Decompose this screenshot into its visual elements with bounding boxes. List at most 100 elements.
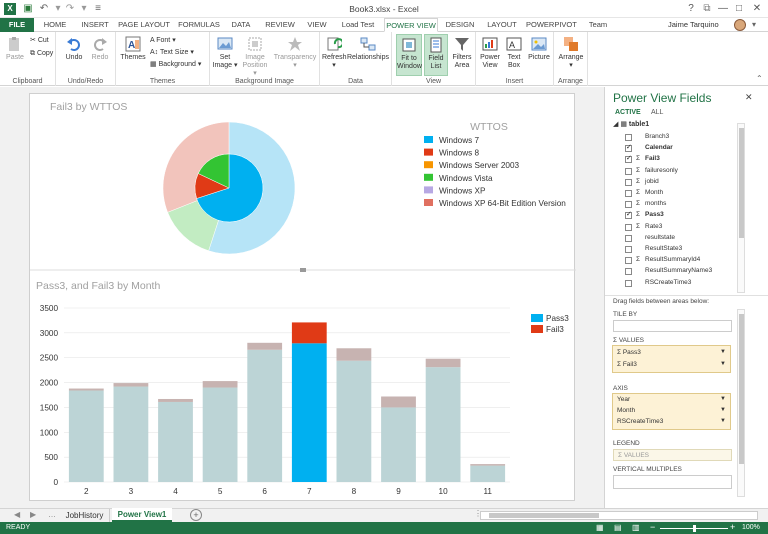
field-item[interactable]: Σ Fail3 [623, 154, 733, 165]
field-checkbox[interactable] [625, 178, 632, 186]
field-item[interactable]: RSCreateTime3 [623, 279, 733, 289]
field-checkbox[interactable] [625, 234, 632, 242]
add-sheet-button[interactable]: + [190, 509, 202, 521]
bar-fail3-6[interactable] [247, 342, 283, 350]
bar-pass3-5[interactable] [202, 387, 238, 482]
field-item[interactable]: Σ Pass3 [623, 210, 733, 221]
field-checkbox[interactable] [625, 257, 632, 265]
field-checkbox[interactable] [625, 167, 632, 175]
field-checkbox[interactable] [625, 190, 632, 197]
field-checkbox[interactable] [625, 246, 632, 253]
field-item[interactable]: Σmonths [623, 200, 733, 210]
field-list-scrollbar[interactable] [737, 123, 745, 293]
arrange-button[interactable]: Arrange ▾ [556, 36, 586, 70]
zoom-slider-thumb[interactable] [693, 525, 696, 532]
more-sheets-icon[interactable]: … [48, 510, 56, 519]
values-item-pass3[interactable]: Σ Pass3 [617, 349, 641, 356]
pie-chart[interactable] [162, 121, 296, 255]
tab-powerpivot[interactable]: POWERPIVOT [526, 18, 577, 32]
dropdown-arrow-icon[interactable]: ▼ [720, 418, 726, 424]
text-size-dropdown[interactable]: A↕ Text Size ▾ [150, 48, 194, 57]
zoom-level[interactable]: 100% [742, 524, 760, 531]
horizontal-scrollbar[interactable] [480, 511, 758, 520]
field-item[interactable]: Σ ResultSummaryId4 [623, 256, 733, 266]
bar-fail3-9[interactable] [381, 396, 416, 408]
values-well[interactable]: Σ Pass3 ▼ Σ Fail3 ▼ [612, 345, 731, 373]
tab-formulas[interactable]: FORMULAS [178, 18, 220, 32]
field-item[interactable]: ResultState3 [623, 245, 733, 255]
image-position-button[interactable]: Image Position ▾ [240, 36, 270, 78]
bar-pass3-4[interactable] [158, 401, 193, 482]
text-box-button[interactable]: A Text Box [503, 36, 525, 70]
legend-well[interactable]: Σ VALUES [613, 449, 732, 461]
field-item[interactable]: Σ Month [623, 189, 733, 199]
dropdown-arrow-icon[interactable]: ▼ [720, 349, 726, 355]
fit-to-window-button[interactable]: Fit to Window [396, 34, 422, 76]
sheet-tab-jobhistory[interactable]: JobHistory [60, 509, 110, 522]
bar-pass3-9[interactable] [381, 407, 416, 482]
field-checkbox[interactable] [625, 201, 632, 209]
user-name[interactable]: Jaime Tarquino [668, 18, 719, 32]
bar-pass3-7[interactable] [291, 343, 327, 482]
page-layout-view-icon[interactable]: ▤ [614, 523, 622, 532]
bar-fail3-3[interactable] [113, 383, 149, 387]
axis-item-month[interactable]: Month [617, 407, 635, 414]
resize-handle[interactable] [300, 268, 306, 272]
tab-layout[interactable]: LAYOUT [484, 18, 520, 32]
ribbon-display-icon[interactable]: ⧉ [700, 2, 714, 16]
dropdown-arrow-icon[interactable]: ▼ [720, 396, 726, 402]
help-button[interactable]: ? [684, 2, 698, 16]
bar-pass3-10[interactable] [425, 367, 461, 482]
close-window-button[interactable]: ✕ [750, 2, 764, 16]
bar-pass3-6[interactable] [247, 349, 283, 482]
field-checkbox[interactable] [625, 134, 632, 141]
values-item-fail3[interactable]: Σ Fail3 [617, 361, 637, 368]
copy-button[interactable]: ⧉ Copy [30, 49, 53, 58]
transparency-button[interactable]: Transparency ▾ [272, 36, 318, 70]
set-image-button[interactable]: Set Image ▾ [212, 36, 238, 70]
minimize-button[interactable]: — [716, 2, 730, 16]
tab-active-fields[interactable]: ACTIVE [615, 109, 641, 116]
field-checkbox[interactable] [625, 268, 632, 276]
bar-fail3-10[interactable] [425, 358, 461, 368]
tab-view[interactable]: VIEW [304, 18, 330, 32]
tab-page-layout[interactable]: PAGE LAYOUT [118, 18, 170, 32]
normal-view-icon[interactable]: ▦ [596, 523, 604, 532]
bar-pass3-2[interactable] [68, 390, 104, 482]
horizontal-scrollbar-thumb[interactable] [489, 513, 599, 518]
undo-button[interactable]: Undo [64, 36, 84, 62]
field-item[interactable]: Calendar [623, 143, 733, 154]
close-pane-button[interactable]: ✕ [745, 92, 753, 103]
prev-sheet-icon[interactable]: ◀ [14, 510, 20, 519]
zoom-out-button[interactable]: − [650, 522, 655, 532]
sheet-tab-power-view1[interactable]: Power View1 [112, 508, 172, 522]
paste-button[interactable]: Paste [4, 36, 26, 62]
dropdown-arrow-icon[interactable]: ▼ [720, 361, 726, 367]
bar-fail3-7[interactable] [291, 322, 327, 344]
field-checkbox[interactable] [625, 210, 632, 220]
cut-button[interactable]: ✂ Cut [30, 36, 49, 45]
tab-insert[interactable]: INSERT [78, 18, 112, 32]
tab-load-test[interactable]: Load Test [336, 18, 380, 32]
bar-fail3-2[interactable] [68, 388, 104, 391]
redo-button[interactable]: Redo [90, 36, 110, 62]
bar-fail3-4[interactable] [158, 398, 193, 402]
tab-file[interactable]: FILE [0, 18, 34, 32]
vertical-multiples-well[interactable] [613, 475, 732, 489]
bar-fail3-8[interactable] [336, 348, 372, 361]
tab-data[interactable]: DATA [228, 18, 254, 32]
field-checkbox[interactable] [625, 223, 632, 231]
field-item[interactable]: ResultSummaryName3 [623, 267, 733, 277]
axis-item-rscreatetime3[interactable]: RSCreateTime3 [617, 418, 663, 425]
dropdown-arrow-icon[interactable]: ▼ [720, 407, 726, 413]
page-break-view-icon[interactable]: ▥ [632, 523, 640, 532]
tab-design[interactable]: DESIGN [442, 18, 478, 32]
themes-button[interactable]: A Themes [120, 36, 146, 62]
bar-fail3-5[interactable] [202, 381, 238, 388]
font-dropdown[interactable]: A Font ▾ [150, 36, 176, 45]
tab-all-fields[interactable]: ALL [651, 109, 663, 116]
field-item[interactable]: Σ Rate3 [623, 223, 733, 233]
tab-power-view[interactable]: POWER VIEW [384, 18, 438, 32]
bar-pass3-3[interactable] [113, 386, 149, 482]
axis-well[interactable]: Year ▼ Month ▼ RSCreateTime3 ▼ [612, 393, 731, 430]
